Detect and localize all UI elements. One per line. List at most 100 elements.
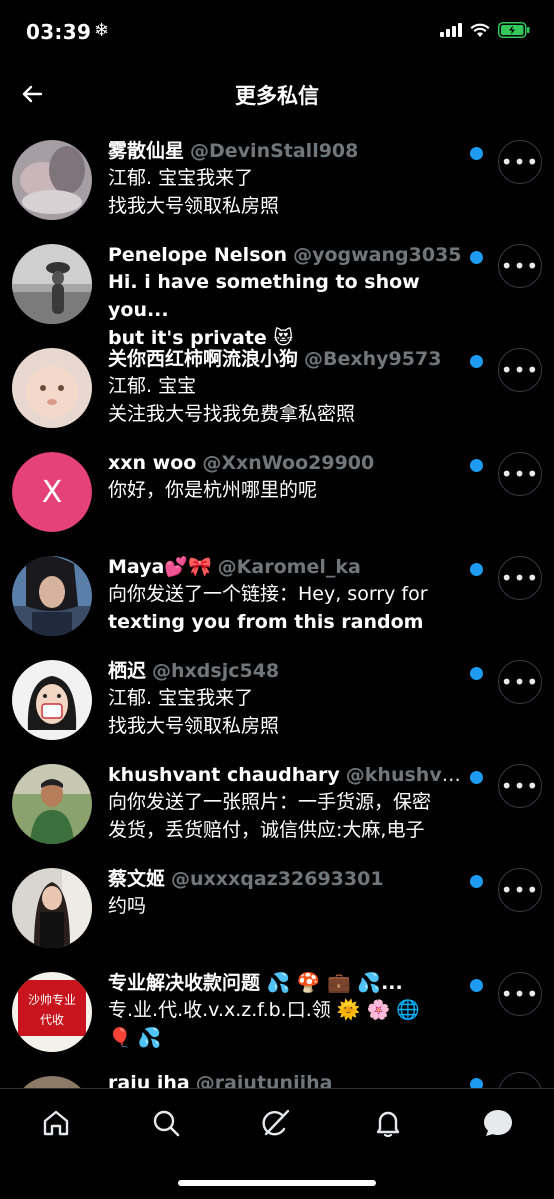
sender-line: xxn woo @XxnWoo29900 [108, 450, 464, 476]
more-options-button[interactable]: ••• [498, 660, 542, 704]
conversation-row[interactable]: 关你西红柿啊流浪小狗 @Bexhy9573 江郁. 宝宝 关注我大号找我免费拿私密… [0, 340, 554, 444]
sender-line: 蔡文姬 @uxxxqaz32693301 [108, 866, 464, 892]
more-options-button[interactable]: ••• [498, 556, 542, 600]
message-preview-line: 江郁. 宝宝我来了 [108, 167, 254, 189]
sender-handle: @uxxxqaz32693301 [171, 868, 384, 890]
more-options-button[interactable]: ••• [498, 764, 542, 808]
message-preview-line: 向你发送了一个链接：Hey, sorry for [108, 583, 428, 605]
avatar [12, 868, 92, 948]
conversation-row[interactable]: Maya💕🎀 @Karomel_ka 向你发送了一个链接：Hey, sorry f… [0, 548, 554, 652]
conversation-row[interactable]: 蔡文姬 @uxxxqaz32693301 约吗 ••• [0, 860, 554, 964]
sender-handle: @yogwang3035 [293, 244, 462, 266]
sender-handle: @Karomel_ka [217, 556, 361, 578]
sender-handle: @XxnWoo29900 [202, 452, 375, 474]
more-options-button[interactable]: ••• [498, 452, 542, 496]
sender-handle: @khushvant [345, 764, 464, 786]
bell-icon [376, 1111, 400, 1138]
home-indicator [178, 1180, 376, 1186]
sender-handle: @hxdsjc548 [152, 660, 280, 682]
sender-name: Maya💕🎀 [108, 556, 212, 578]
unread-dot [470, 251, 483, 264]
tab-notifications[interactable] [368, 1103, 408, 1143]
unread-dot [470, 355, 483, 368]
conversation-row[interactable]: raju jha@rajutunjiha ••• [0, 1072, 554, 1088]
avatar-text: 沙帅专业 [28, 992, 76, 1007]
message-preview-line: 关注我大号找我免费拿私密照 [108, 403, 356, 425]
sender-line: Penelope Nelson @yogwang3035 [108, 242, 464, 268]
home-icon [43, 1110, 69, 1136]
avatar: X [12, 452, 92, 532]
battery-icon [498, 22, 530, 38]
sender-handle: @Bexhy9573 [304, 348, 442, 370]
more-options-button[interactable]: ••• [498, 868, 542, 912]
sender-line: Maya💕🎀 @Karomel_ka [108, 554, 464, 580]
avatar-letter: X [12, 452, 92, 532]
sender-name: 蔡文姬 [108, 868, 166, 890]
header: 更多私信 [0, 64, 554, 124]
unread-dot [470, 875, 483, 888]
sender-name: raju jha [108, 1072, 190, 1088]
message-preview-line: 江郁. 宝宝我来了 [108, 687, 254, 709]
unread-dot [470, 979, 483, 992]
message-preview-line: 约吗 [108, 895, 147, 917]
page-title: 更多私信 [235, 84, 319, 108]
message-preview-line: 找我大号领取私房照 [108, 715, 280, 737]
message-preview-line: 🎈 💦 [108, 1027, 162, 1049]
unread-dot [470, 563, 483, 576]
conversation-row[interactable]: 栖迟 @hxdsjc548 江郁. 宝宝我来了 找我大号领取私房照 ••• [0, 652, 554, 756]
avatar: 沙帅专业 代收 [12, 972, 92, 1052]
status-time: 03:39 [26, 20, 92, 44]
status-bar: 03:39 ❄ [0, 0, 554, 64]
more-options-button[interactable]: ••• [498, 244, 542, 288]
sender-name: Penelope Nelson [108, 244, 288, 266]
sender-name: 专业解决收款问题 💦 🍄 💼 💦... [108, 972, 403, 994]
search-icon [153, 1110, 180, 1137]
sender-name: khushvant chaudhary [108, 764, 340, 786]
sender-line: 雾散仙星 @DevinStall908 [108, 138, 464, 164]
avatar [12, 556, 92, 636]
unread-dot [470, 459, 483, 472]
avatar [12, 764, 92, 844]
snowflake-icon: ❄ [94, 20, 110, 41]
avatar [12, 348, 92, 428]
message-preview-line: 专.业.代.收.v.x.z.f.b.口.领 🌞 🌸 🌐 [108, 999, 420, 1021]
more-options-button[interactable]: ••• [498, 348, 542, 392]
wifi-icon [470, 23, 490, 37]
more-options-button[interactable]: ••• [498, 972, 542, 1016]
sender-handle: @rajutunjiha [195, 1072, 333, 1088]
avatar [12, 244, 92, 324]
avatar [12, 660, 92, 740]
tab-grok[interactable] [256, 1103, 296, 1143]
sender-line: raju jha @rajutunjiha [108, 1070, 464, 1088]
tab-home[interactable] [36, 1103, 76, 1143]
more-options-button[interactable]: ••• [498, 140, 542, 184]
signal-icon [440, 23, 462, 37]
message-preview-line: 江郁. 宝宝 [108, 375, 197, 397]
status-icons [440, 22, 530, 38]
messages-icon [484, 1110, 512, 1136]
sender-name: 栖迟 [108, 660, 147, 682]
tab-search[interactable] [146, 1103, 186, 1143]
message-preview-line: 发货，丢货赔付，诚信供应:大麻,电子 [108, 819, 425, 841]
conversation-row[interactable]: X xxn woo @XxnWoo29900 你好，你是杭州哪里的呢 ••• [0, 444, 554, 548]
conversation-row[interactable]: 雾散仙星 @DevinStall908 江郁. 宝宝我来了 找我大号领取私房照 •… [0, 132, 554, 236]
message-preview-line: texting you from this random [108, 611, 424, 633]
message-preview-line: 找我大号领取私房照 [108, 195, 280, 217]
message-preview-line: 你好，你是杭州哪里的呢 [108, 479, 318, 501]
unread-dot [470, 147, 483, 160]
conversation-row[interactable]: Penelope Nelson @yogwang3035 Hi. i have s… [0, 236, 554, 349]
sender-line: 关你西红柿啊流浪小狗 @Bexhy9573 [108, 346, 464, 372]
sender-line: 专业解决收款问题 💦 🍄 💼 💦... [108, 970, 464, 996]
message-request-list: 雾散仙星 @DevinStall908 江郁. 宝宝我来了 找我大号领取私房照 •… [0, 132, 554, 1088]
sender-handle: @DevinStall908 [190, 140, 359, 162]
avatar [12, 1076, 92, 1088]
avatar [12, 140, 92, 220]
svg-text:代收: 代收 [40, 1013, 64, 1027]
unread-dot [470, 771, 483, 784]
message-preview-line: Hi. i have something to show you... [108, 271, 420, 321]
message-preview-line: 向你发送了一张照片：一手货源，保密 [108, 791, 432, 813]
conversation-row[interactable]: 沙帅专业 代收 专业解决收款问题 💦 🍄 💼 💦... 专.业.代.收.v.x.… [0, 964, 554, 1076]
sender-name: 雾散仙星 [108, 140, 185, 162]
tab-messages[interactable] [478, 1103, 518, 1143]
conversation-row[interactable]: khushvant chaudhary@khushvant 向你发送了一张照片：… [0, 756, 554, 860]
